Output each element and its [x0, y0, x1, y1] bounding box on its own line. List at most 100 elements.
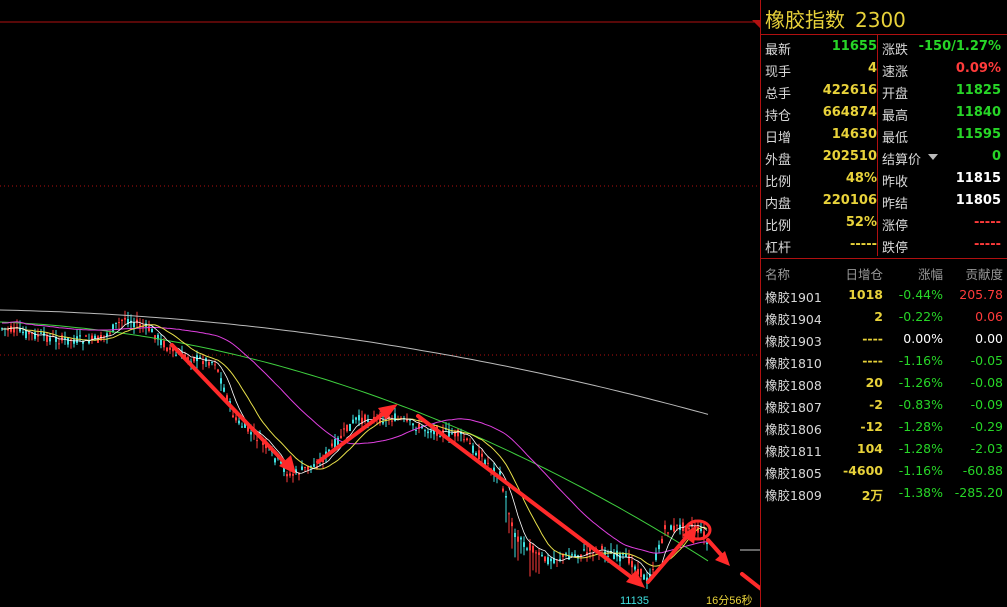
candle-body: [559, 559, 561, 561]
candle-body: [688, 527, 690, 530]
candle-body: [358, 415, 360, 421]
contribution-row[interactable]: 橡胶1806 -12 -1.28% -0.29: [761, 416, 1007, 438]
quote-value-right: -----: [974, 237, 1001, 252]
candle-body: [529, 542, 531, 551]
title-divider: [761, 34, 1007, 35]
candle-body: [382, 421, 384, 424]
candle-body: [121, 319, 123, 321]
candle-body: [223, 387, 225, 392]
corner-marker: [752, 20, 760, 28]
candle-body: [427, 431, 429, 434]
contract-contribution: -0.29: [970, 419, 1003, 434]
candle-body: [310, 465, 312, 467]
quote-label-right: 最高: [882, 109, 909, 124]
quote-value-left: 202510: [822, 149, 877, 164]
quote-value-left: 4: [867, 61, 877, 76]
candle-body: [49, 337, 51, 342]
candle-body: [412, 423, 414, 426]
quote-label-left: 日增: [765, 131, 792, 146]
candle-body: [220, 378, 222, 384]
contribution-row[interactable]: 橡胶1811 104 -1.28% -2.03: [761, 438, 1007, 460]
countdown-label: 16分56秒: [706, 593, 752, 607]
candle-body: [391, 420, 393, 422]
candle-body: [526, 548, 528, 550]
contract-daily-increase: -2: [869, 397, 883, 412]
candle-body: [85, 335, 87, 337]
quote-row: 比例 48% 昨收 11815: [761, 168, 1007, 190]
contract-daily-increase: -4600: [843, 463, 883, 478]
contract-name: 橡胶1809: [765, 488, 822, 503]
moving-average-magenta: [2, 321, 708, 554]
contribution-row[interactable]: 橡胶1809 2万 -1.38% -285.20: [761, 482, 1007, 504]
instrument-name: 橡胶指数: [765, 8, 845, 32]
quote-value-right: 11805: [955, 193, 1001, 208]
candle-body: [652, 569, 654, 571]
candle-body: [682, 522, 684, 532]
candle-body: [535, 552, 537, 554]
candle-body: [517, 536, 519, 542]
candle-body: [22, 331, 24, 334]
quote-row: 现手 4 速涨 0.09%: [761, 58, 1007, 80]
contribution-header: 名称 日增仓 涨幅 贡献度: [761, 261, 1007, 283]
contract-contribution: -0.05: [970, 353, 1003, 368]
contract-daily-increase: 104: [856, 441, 883, 456]
contract-contribution: 0.06: [975, 309, 1003, 324]
quote-value-left: 48%: [845, 171, 877, 186]
quote-label-right: 涨停: [882, 219, 909, 234]
candle-body: [238, 420, 240, 424]
candle-body: [46, 335, 48, 342]
candlestick-chart[interactable]: 11135 16分56秒: [0, 0, 760, 607]
candle-body: [628, 555, 630, 564]
header-chg: 涨幅: [917, 267, 943, 282]
contribution-row[interactable]: 橡胶1808 20 -1.26% -0.08: [761, 372, 1007, 394]
candle-body: [700, 528, 702, 532]
contribution-row[interactable]: 橡胶1805 -4600 -1.16% -60.88: [761, 460, 1007, 482]
chevron-down-icon[interactable]: [928, 154, 938, 160]
quote-value-left: 11655: [831, 39, 877, 54]
quote-row: 内盘 220106 昨结 11805: [761, 190, 1007, 212]
contract-name: 橡胶1808: [765, 378, 822, 393]
contract-name: 橡胶1904: [765, 312, 822, 327]
quote-label-left: 内盘: [765, 197, 792, 212]
low-price-label: 11135: [620, 595, 649, 607]
moving-average-yellow: [2, 324, 708, 567]
candle-body: [679, 524, 681, 531]
quote-value-right: 0: [991, 149, 1001, 164]
contribution-row[interactable]: 橡胶1904 2 -0.22% 0.06: [761, 306, 1007, 328]
quote-label-right: 结算价: [882, 153, 922, 168]
candle-body: [109, 332, 111, 334]
quote-label-left: 比例: [765, 219, 792, 234]
contribution-row[interactable]: 橡胶1903 ---- 0.00% 0.00: [761, 328, 1007, 350]
contribution-row[interactable]: 橡胶1901 1018 -0.44% 205.78: [761, 284, 1007, 306]
candle-body: [505, 496, 507, 498]
quote-row: 日增 14630 最低 11595: [761, 124, 1007, 146]
contract-name: 橡胶1807: [765, 400, 822, 415]
quote-label-right: 跌停: [882, 241, 909, 256]
candle-body: [355, 417, 357, 420]
quote-value-left: 220106: [822, 193, 877, 208]
contract-daily-increase: ----: [862, 331, 883, 346]
candle-body: [673, 525, 675, 532]
quote-value-right: 11595: [955, 127, 1001, 142]
contract-contribution: -60.88: [962, 463, 1003, 478]
contract-contribution: 205.78: [959, 287, 1003, 302]
candle-body: [574, 554, 576, 557]
candle-body: [583, 549, 585, 551]
candle-body: [643, 574, 645, 580]
contract-contribution: -2.03: [970, 441, 1003, 456]
contract-name: 橡胶1901: [765, 290, 822, 305]
contract-name: 橡胶1805: [765, 466, 822, 481]
quote-value-right: -----: [974, 215, 1001, 230]
candle-body: [214, 364, 216, 366]
contract-daily-increase: 1018: [848, 287, 883, 302]
contract-change: -0.44%: [898, 287, 943, 302]
contribution-row[interactable]: 橡胶1807 -2 -0.83% -0.09: [761, 394, 1007, 416]
candle-body: [655, 553, 657, 560]
contribution-row[interactable]: 橡胶1810 ---- -1.16% -0.05: [761, 350, 1007, 372]
header-inc: 日增仓: [845, 267, 883, 282]
quote-label-left: 总手: [765, 87, 792, 102]
quote-label-left: 杠杆: [765, 241, 792, 256]
candle-body: [115, 322, 117, 324]
candle-body: [118, 322, 120, 324]
contract-contribution: -285.20: [954, 485, 1003, 500]
